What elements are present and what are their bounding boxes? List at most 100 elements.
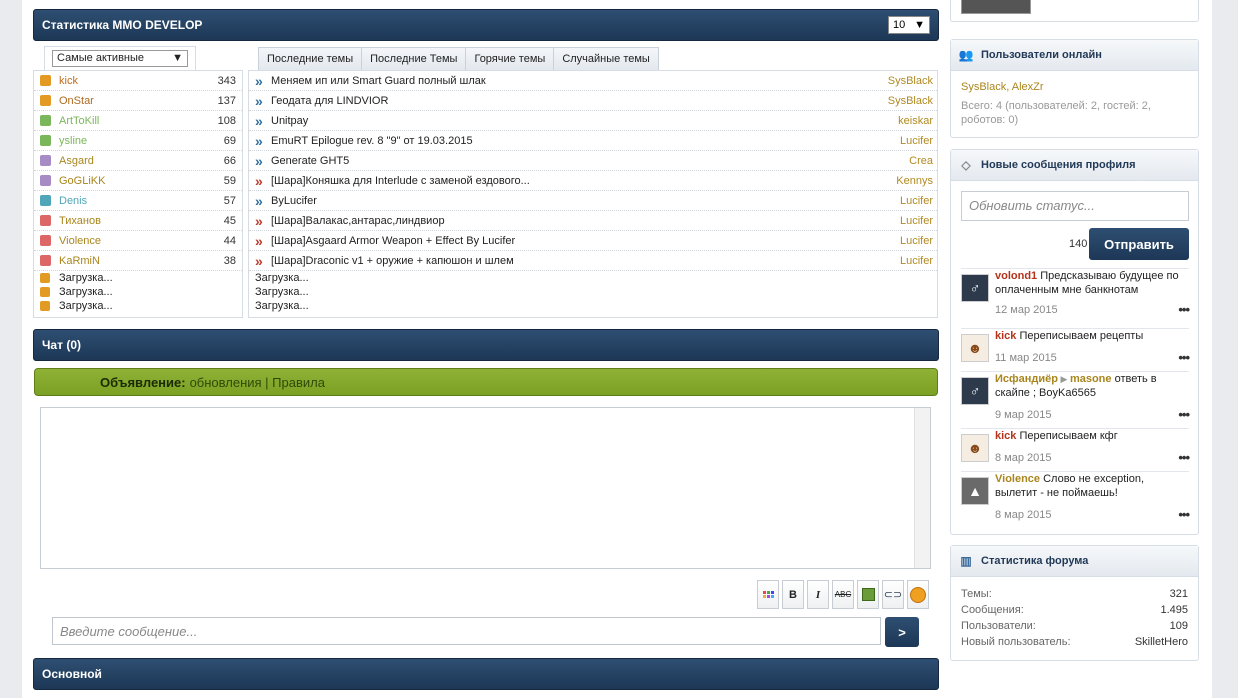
topic-title[interactable]: [Шара]Asgaard Armor Weapon + Effect By L… xyxy=(271,235,900,247)
topic-row[interactable]: » [Шара]Asgaard Armor Weapon + Effect By … xyxy=(249,231,937,251)
avatar[interactable]: ▲ xyxy=(961,477,989,505)
double-arrow-icon: » xyxy=(255,92,263,109)
chat-scrollbar[interactable] xyxy=(914,408,930,568)
user-rank-icon xyxy=(40,115,51,126)
user-row[interactable]: Asgard 66 xyxy=(34,151,242,171)
topic-row[interactable]: » Generate GHT5 Crea xyxy=(249,151,937,171)
post-target[interactable]: masone xyxy=(1070,373,1112,385)
chat-message-input[interactable]: Введите сообщение... xyxy=(52,617,881,645)
topic-title[interactable]: Геодата для LINDVIOR xyxy=(271,95,888,107)
user-name[interactable]: KaRmiN xyxy=(59,255,224,267)
more-options-icon[interactable]: ••• xyxy=(1178,407,1190,422)
topic-row[interactable]: » Геодата для LINDVIOR SysBlack xyxy=(249,91,937,111)
user-name[interactable]: kick xyxy=(59,75,218,87)
topic-author[interactable]: keiskar xyxy=(898,115,933,127)
chat-messages-area[interactable] xyxy=(40,407,931,569)
tab-topics-0[interactable]: Последние темы xyxy=(258,47,363,71)
user-name[interactable]: Тиханов xyxy=(59,215,224,227)
topic-author[interactable]: Lucifer xyxy=(900,255,933,267)
count-select[interactable]: 10 ▼ xyxy=(888,16,930,34)
tab-topics-2[interactable]: Горячие темы xyxy=(465,47,555,71)
user-row[interactable]: GoGLiKK 59 xyxy=(34,171,242,191)
tab-topics-1[interactable]: Последние Темы xyxy=(361,47,467,71)
topic-author[interactable]: Lucifer xyxy=(900,195,933,207)
topic-title[interactable]: Generate GHT5 xyxy=(271,155,909,167)
status-send-button[interactable]: Отправить xyxy=(1089,228,1189,260)
topic-author[interactable]: Lucifer xyxy=(900,215,933,227)
announcement-label: Объявление: xyxy=(100,374,186,390)
topic-row[interactable]: » EmuRT Epilogue rev. 8 "9" от 19.03.2015… xyxy=(249,131,937,151)
post-author[interactable]: volond1 xyxy=(995,270,1037,282)
topic-row[interactable]: » [Шара]Коняшка для Interlude с заменой е… xyxy=(249,171,937,191)
link-icon[interactable]: ⊂⊃ xyxy=(882,580,904,609)
post-author[interactable]: kick xyxy=(995,430,1016,442)
topic-author[interactable]: SysBlack xyxy=(888,75,933,87)
user-name[interactable]: ysline xyxy=(59,135,224,147)
user-row[interactable]: KaRmiN 38 xyxy=(34,251,242,271)
avatar[interactable]: ☻ xyxy=(961,434,989,462)
topic-row[interactable]: » ByLucifer Lucifer xyxy=(249,191,937,211)
bold-button[interactable]: B xyxy=(782,580,804,609)
user-row[interactable]: OnStar 137 xyxy=(34,91,242,111)
user-name[interactable]: Asgard xyxy=(59,155,224,167)
user-name[interactable]: OnStar xyxy=(59,95,218,107)
topic-title[interactable]: ByLucifer xyxy=(271,195,900,207)
topic-author[interactable]: Kennys xyxy=(896,175,933,187)
more-options-icon[interactable]: ••• xyxy=(1178,302,1190,317)
colors-icon[interactable] xyxy=(757,580,779,609)
topic-title[interactable]: EmuRT Epilogue rev. 8 "9" от 19.03.2015 xyxy=(271,135,900,147)
topic-row[interactable]: » [Шара]Валакас,антарас,линдвиор Lucifer xyxy=(249,211,937,231)
stat-value[interactable]: SkilletHero xyxy=(1135,636,1188,648)
avatar[interactable]: ♂ xyxy=(961,274,989,302)
user-row[interactable]: Тиханов 45 xyxy=(34,211,242,231)
topic-author[interactable]: Crea xyxy=(909,155,933,167)
topic-author[interactable]: Lucifer xyxy=(900,135,933,147)
topic-title[interactable]: [Шара]Draconic v1 + оружие + капюшон и ш… xyxy=(271,255,900,267)
post-date: 8 мар 2015 xyxy=(995,509,1052,521)
user-row[interactable]: ArtToKill 108 xyxy=(34,111,242,131)
user-rank-icon xyxy=(40,195,51,206)
post-author[interactable]: Violence xyxy=(995,473,1040,485)
topic-author[interactable]: Lucifer xyxy=(900,235,933,247)
topic-row[interactable]: » Unitpay keiskar xyxy=(249,111,937,131)
image-icon[interactable] xyxy=(857,580,879,609)
user-row[interactable]: Denis 57 xyxy=(34,191,242,211)
strike-button[interactable]: ABC xyxy=(832,580,854,609)
user-row[interactable]: kick 343 xyxy=(34,71,242,91)
user-name[interactable]: GoGLiKK xyxy=(59,175,224,187)
more-options-icon[interactable]: ••• xyxy=(1178,450,1190,465)
italic-button[interactable]: I xyxy=(807,580,829,609)
topic-title[interactable]: Меняем ип или Smart Guard полный шлак xyxy=(271,75,888,87)
users-select[interactable]: Самые активные ▼ xyxy=(52,50,188,67)
user-name[interactable]: Violence xyxy=(59,235,224,247)
smiley-icon[interactable] xyxy=(907,580,929,609)
double-arrow-icon: » xyxy=(255,232,263,249)
topic-title[interactable]: [Шара]Коняшка для Interlude с заменой ез… xyxy=(271,175,896,187)
chat-send-button[interactable]: > xyxy=(885,617,919,647)
user-rank-icon xyxy=(40,175,51,186)
topic-tabs: Последние темы Последние Темы Горячие темы… xyxy=(258,47,659,71)
topic-author[interactable]: SysBlack xyxy=(888,95,933,107)
status-input[interactable]: Обновить статус... xyxy=(961,191,1189,221)
announcement-links[interactable]: обновления | Правила xyxy=(190,375,325,390)
user-row[interactable]: ysline 69 xyxy=(34,131,242,151)
user-name[interactable]: Denis xyxy=(59,195,224,207)
post-author[interactable]: kick xyxy=(995,330,1016,342)
user-row[interactable]: Violence 44 xyxy=(34,231,242,251)
topic-row[interactable]: » Меняем ип или Smart Guard полный шлак Sy… xyxy=(249,71,937,91)
topic-title[interactable]: [Шара]Валакас,антарас,линдвиор xyxy=(271,215,900,227)
user-name[interactable]: ArtToKill xyxy=(59,115,218,127)
arrow-right-icon: ▶ xyxy=(1058,374,1070,384)
more-options-icon[interactable]: ••• xyxy=(1178,507,1190,522)
topic-row[interactable]: » [Шара]Draconic v1 + оружие + капюшон и … xyxy=(249,251,937,271)
stat-label: Новый пользователь: xyxy=(961,636,1071,648)
online-users-names[interactable]: SysBlack, AlexZr xyxy=(951,71,1198,93)
avatar[interactable]: ☻ xyxy=(961,334,989,362)
tab-topics-3[interactable]: Случайные темы xyxy=(553,47,659,71)
post-author[interactable]: Исфандиёр xyxy=(995,373,1058,385)
topic-title[interactable]: Unitpay xyxy=(271,115,898,127)
user-rank-icon xyxy=(40,75,51,86)
user-avatar[interactable] xyxy=(961,0,1031,14)
more-options-icon[interactable]: ••• xyxy=(1178,350,1190,365)
avatar[interactable]: ♂ xyxy=(961,377,989,405)
